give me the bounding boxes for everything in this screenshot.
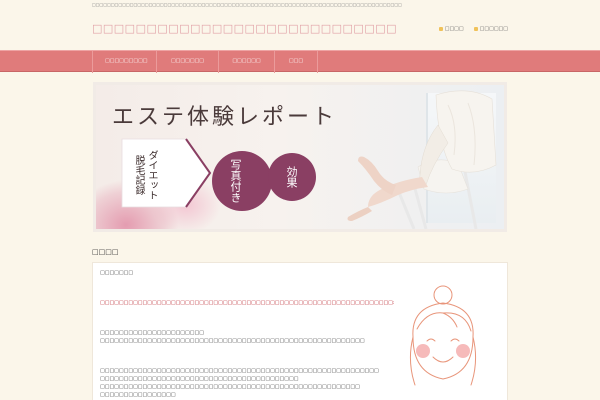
- site-title-link[interactable]: □□□□□□□□□□□□□□□□□□□□□□□□□□□□: [92, 22, 397, 36]
- header-link-label: □□□□□□: [479, 26, 508, 32]
- main-nav: □□□□□□□□□ □□□□□□□ □□□□□□ □□□: [0, 50, 600, 73]
- content-line-4: □□□□□□□□□□□□□□□□□□□□□□□□□□□□□□□□□□□□□□□□…: [100, 338, 365, 344]
- girl-illustration: [409, 285, 477, 386]
- content-line-5: □□□□□□□□□□□□□□□□□□□□□□□□□□□□□□□□□□□□□□□□…: [100, 368, 379, 374]
- nav-items: □□□□□□□□□ □□□□□□□ □□□□□□ □□□: [92, 51, 318, 73]
- page: □□□□□□□□□□□□□□□□□□□□□□□□□□□□□□□□□□□□□□□□…: [0, 0, 600, 400]
- nav-item-4[interactable]: □□□: [274, 51, 318, 73]
- banner-tag-text: ダイエット 脱毛記録: [133, 150, 157, 200]
- content-box: □□□□□□□ □□□□□□□□□□□□□□□□□□□□□□□□□□□□□□□□…: [92, 262, 508, 400]
- content-line-6: □□□□□□□□□□□□□□□□□□□□□□□□□□□□□□□□□□□□□□□□…: [100, 376, 299, 382]
- circle-badge-1-text: 写真付き: [229, 159, 242, 203]
- hero-banner[interactable]: エステ体験レポート ダイエット 脱毛記録 写真付き 効果: [93, 82, 507, 232]
- section-title: □□□□: [92, 248, 119, 256]
- nav-item-1[interactable]: □□□□□□□□□: [92, 51, 156, 73]
- circle-badge-2-text: 効果: [285, 166, 298, 188]
- bullet-icon: [438, 27, 443, 31]
- header-link-1[interactable]: □□□□: [438, 26, 464, 32]
- content-line-3: □□□□□□□□□□□□□□□□□□□□□□: [100, 330, 204, 336]
- header-links: □□□□ □□□□□□: [438, 26, 508, 32]
- content-link[interactable]: □□□□□□□□□□□□□□□□□□□□□□□□□□□□□□□□□□□□□□□□…: [100, 300, 395, 306]
- banner-title: エステ体験レポート: [112, 105, 338, 130]
- circle-badge-1: [212, 151, 272, 211]
- header-link-label: □□□□: [444, 26, 464, 32]
- site-tagline: □□□□□□□□□□□□□□□□□□□□□□□□□□□□□□□□□□□□□□□□…: [92, 2, 402, 7]
- bullet-icon: [473, 27, 478, 31]
- content-line-7: □□□□□□□□□□□□□□□□□□□□□□□□□□□□□□□□□□□□□□□□…: [100, 384, 360, 390]
- nav-item-3[interactable]: □□□□□□: [218, 51, 274, 73]
- content-line-1: □□□□□□□: [100, 270, 134, 276]
- nav-item-2[interactable]: □□□□□□□: [156, 51, 218, 73]
- header-link-2[interactable]: □□□□□□: [473, 26, 508, 32]
- content-line-8: □□□□□□□□□□□□□□□□: [100, 392, 176, 398]
- model-figure: [347, 90, 497, 229]
